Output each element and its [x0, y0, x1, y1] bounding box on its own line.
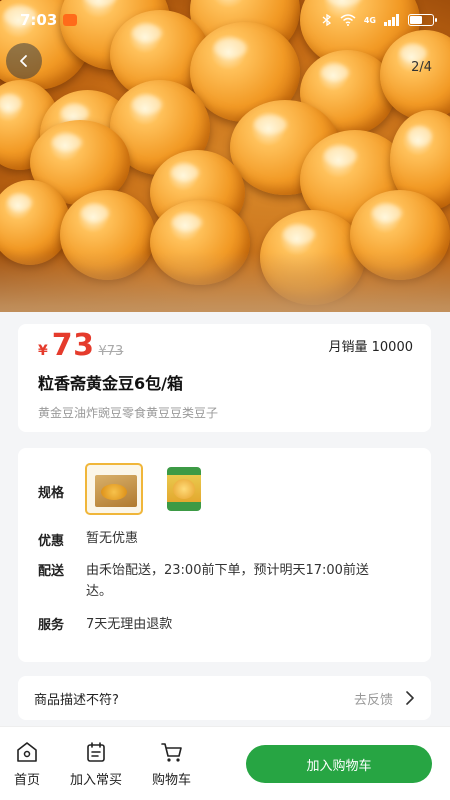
product-subtitle: 黄金豆油炸豌豆零食黄豆豆类豆子	[38, 406, 219, 420]
battery-icon	[408, 14, 437, 26]
feedback-label: 商品描述不符?	[34, 692, 119, 708]
spec-box-image	[95, 475, 137, 507]
feedback-row[interactable]: 商品描述不符? 去反馈	[18, 676, 431, 720]
image-pager: 2/4	[411, 60, 432, 75]
clock: 7:03	[20, 11, 58, 29]
delivery-line-2: 达。	[86, 584, 113, 599]
monthly-sales: 月销量 10000	[328, 340, 414, 355]
discount-value: 暂无优惠	[86, 531, 139, 546]
tab-cart-label: 购物车	[152, 773, 192, 788]
spec-label: 规格	[38, 486, 65, 501]
product-image[interactable]	[0, 0, 450, 312]
wifi-icon	[340, 14, 356, 26]
bottom-action-bar: 首页 加入常买 购物车 加入购物车	[0, 726, 450, 800]
add-to-cart-button[interactable]: 加入购物车	[246, 745, 432, 783]
spec-option-bag[interactable]	[153, 463, 211, 515]
network-type: 4G	[363, 15, 376, 25]
tab-add-frequent[interactable]: 加入常买	[70, 741, 122, 788]
product-title: 粒香斋黄金豆6包/箱	[38, 374, 183, 393]
chevron-left-icon	[20, 55, 27, 67]
service-value: 7天无理由退款	[86, 617, 173, 632]
tab-cart[interactable]: 购物车	[152, 741, 191, 788]
spec-bag-image	[167, 467, 201, 511]
details-card: 规格 优惠 暂无优惠 配送 由禾饴配送，23:00前下单，预计明天17:00前送…	[18, 448, 431, 662]
original-price: ¥73	[98, 344, 124, 359]
discount-label: 优惠	[38, 534, 65, 549]
delivery-line-1: 由禾饴配送，23:00前下单，预计明天17:00前送	[86, 563, 369, 578]
signal-icon	[384, 14, 399, 26]
status-time: 7:03	[20, 11, 78, 29]
app-notification-icon	[63, 14, 78, 26]
home-icon	[17, 742, 37, 762]
status-bar: 7:03 4G	[0, 0, 450, 40]
tab-home-label: 首页	[14, 773, 41, 788]
price-card: ¥ 73 ¥73 月销量 10000 粒香斋黄金豆6包/箱 黄金豆油炸豌豆零食黄…	[18, 324, 431, 432]
chevron-right-icon	[406, 691, 414, 705]
back-button[interactable]	[6, 43, 42, 79]
bluetooth-icon	[322, 14, 331, 26]
bowl-rim	[0, 252, 450, 312]
feedback-action[interactable]: 去反馈	[354, 689, 415, 708]
spec-option-box[interactable]	[85, 463, 143, 515]
delivery-label: 配送	[38, 564, 65, 579]
feedback-action-label: 去反馈	[353, 692, 393, 708]
calendar-list-icon	[87, 742, 105, 762]
service-label: 服务	[38, 618, 65, 633]
cart-icon	[160, 743, 182, 762]
status-icons: 4G	[322, 14, 437, 26]
current-price: 73	[51, 328, 95, 363]
price-row: ¥ 73 ¥73	[38, 328, 123, 363]
tab-add-frequent-label: 加入常买	[70, 773, 123, 788]
tab-home[interactable]: 首页	[14, 741, 40, 788]
currency-symbol: ¥	[38, 343, 48, 359]
